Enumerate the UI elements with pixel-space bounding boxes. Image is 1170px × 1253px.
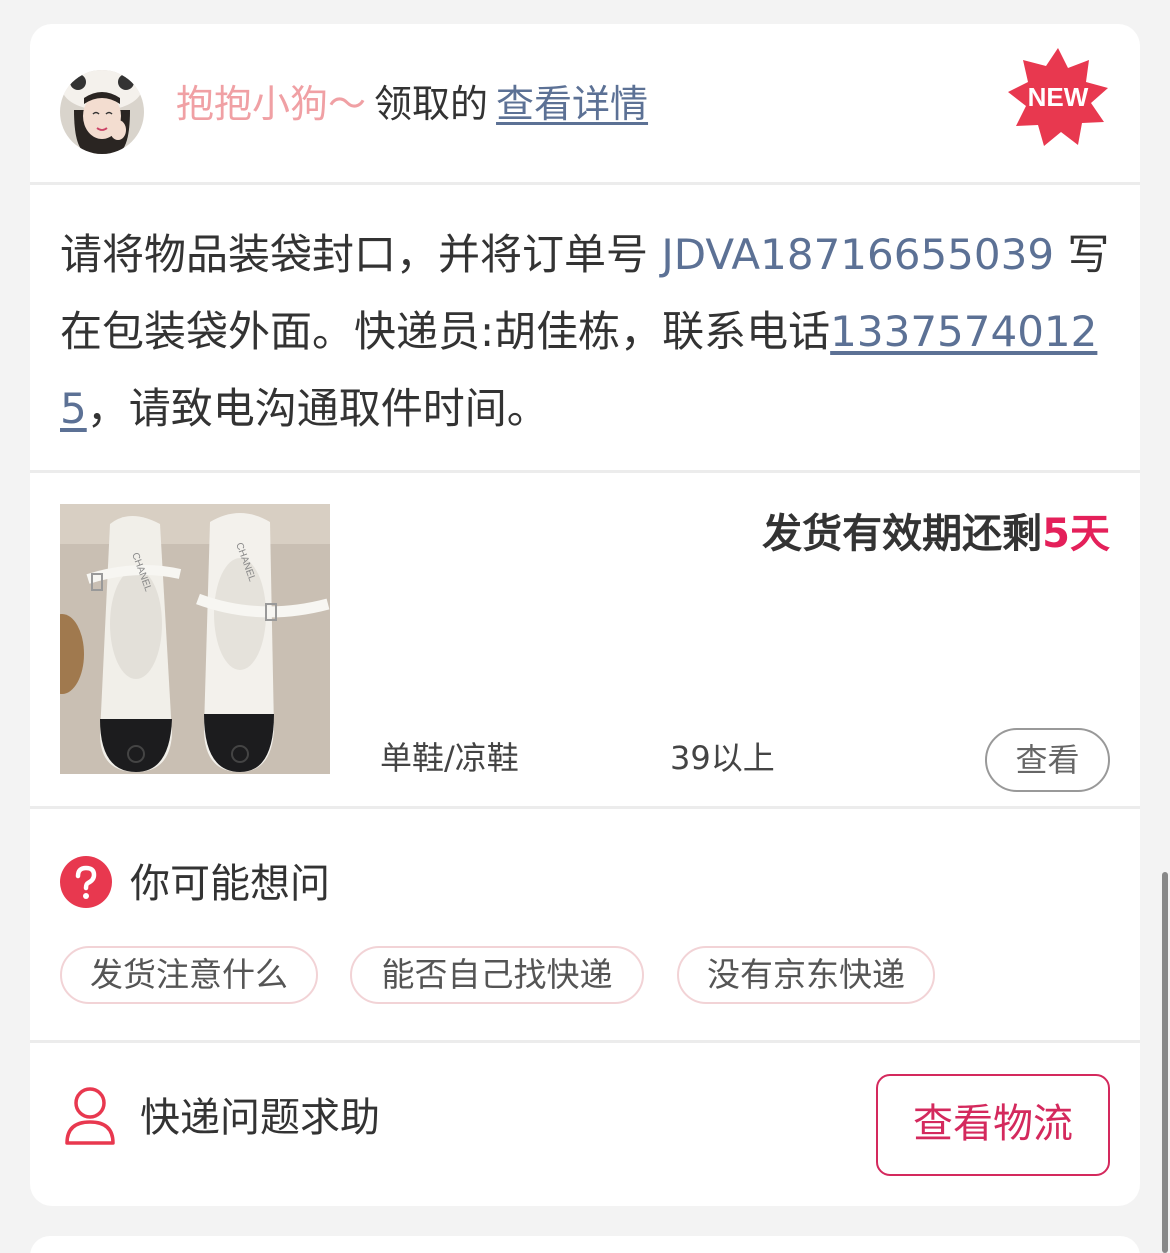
expiry-label: 发货有效期还剩 — [762, 511, 1043, 557]
faq-title: 你可能想问 — [130, 861, 330, 907]
user-avatar[interactable] — [60, 70, 144, 154]
item-photo[interactable]: CHANEL CHANEL — [60, 504, 330, 774]
notice-text-1: 请将物品装袋封口，并将订单号 — [60, 230, 662, 279]
faq-chip-own-courier[interactable]: 能否自己找快递 — [350, 946, 644, 1004]
item-category: 单鞋/凉鞋 — [380, 739, 519, 777]
divider — [30, 470, 1140, 473]
notice-text-3: ，请致电沟通取件时间。 — [86, 384, 549, 433]
username[interactable]: 抱抱小狗～ — [176, 82, 366, 126]
claim-text: 领取的 — [374, 82, 489, 126]
divider — [30, 182, 1140, 185]
divider — [30, 806, 1140, 809]
expiry-days: 5天 — [1042, 511, 1110, 557]
person-icon — [64, 1086, 116, 1146]
faq-chip-no-jd-courier[interactable]: 没有京东快递 — [677, 946, 935, 1004]
next-card — [30, 1236, 1140, 1253]
new-badge-label: NEW — [1028, 82, 1089, 112]
item-size: 39以上 — [670, 739, 775, 777]
faq-chip-shipping-notes[interactable]: 发货注意什么 — [60, 946, 318, 1004]
divider — [30, 1040, 1140, 1043]
view-item-button[interactable]: 查看 — [985, 728, 1110, 792]
view-logistics-button[interactable]: 查看物流 — [876, 1074, 1110, 1176]
view-details-link[interactable]: 查看详情 — [496, 82, 648, 126]
new-badge: NEW — [1006, 46, 1110, 150]
order-card: 抱抱小狗～ 领取的 查看详情 NEW 请将物品装袋封口，并将订单号 JDVA1871… — [30, 24, 1140, 1206]
shipping-notice: 请将物品装袋封口，并将订单号 JDVA18716655039 写在包装袋外面。快… — [60, 216, 1110, 447]
order-number[interactable]: JDVA18716655039 — [661, 230, 1054, 279]
shipping-deadline: 发货有效期还剩5天 — [762, 506, 1110, 562]
courier-help-label[interactable]: 快递问题求助 — [140, 1088, 380, 1148]
scrollbar[interactable] — [1162, 872, 1168, 1253]
claim-info: 抱抱小狗～ 领取的 查看详情 — [176, 76, 648, 132]
question-icon — [60, 856, 112, 908]
